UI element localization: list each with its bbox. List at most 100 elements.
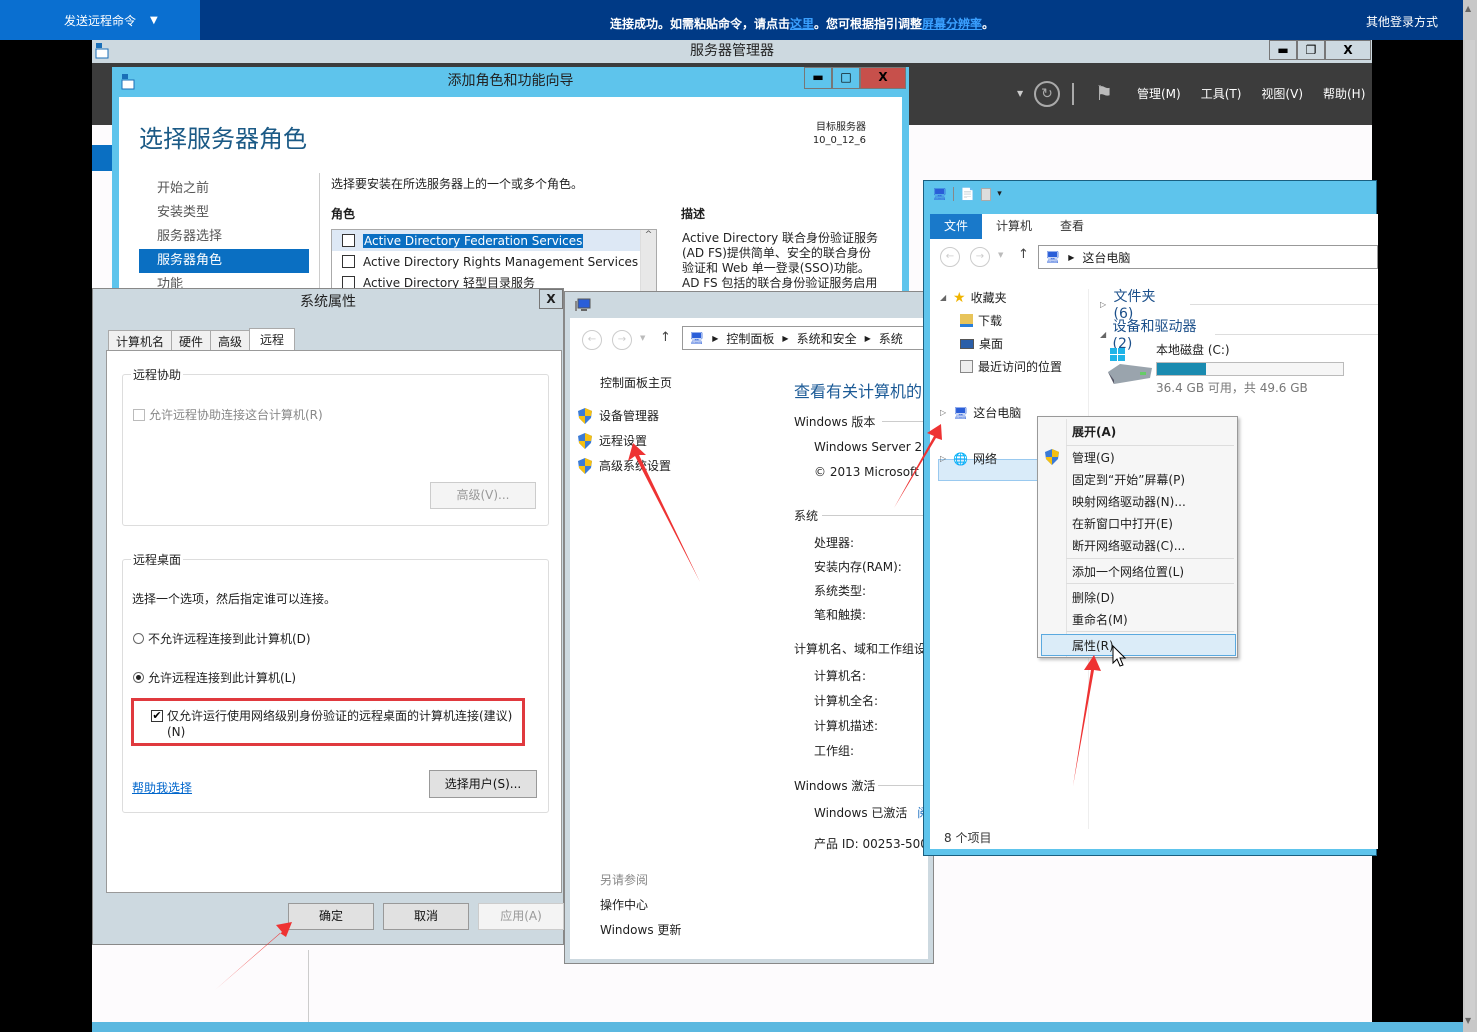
nla-option[interactable]: ✔ 仅允许运行使用网络级别身份验证的远程桌面的计算机连接(建议) (N): [151, 708, 512, 740]
minimize-button[interactable]: ▬: [1269, 40, 1297, 60]
tree-this-pc[interactable]: ▷ 🖥 这台电脑: [940, 404, 1021, 421]
breadcrumb-item[interactable]: 系统和安全: [797, 330, 857, 347]
action-center-link[interactable]: 操作中心: [600, 896, 648, 913]
close-button[interactable]: X: [539, 289, 563, 309]
menu-item-add-network-location[interactable]: 添加一个网络位置(L): [1072, 563, 1184, 580]
windows-update-link[interactable]: Windows 更新: [600, 921, 681, 938]
collapsed-icon[interactable]: ▷: [1100, 300, 1108, 309]
collapsed-icon[interactable]: ▷: [940, 408, 948, 417]
menu-tools[interactable]: 工具(T): [1201, 85, 1242, 102]
remote-assistance-checkbox[interactable]: [133, 408, 145, 421]
page-scrollbar[interactable]: ▲ ▼: [1463, 0, 1477, 1032]
scroll-up-icon[interactable]: ▲: [1465, 4, 1471, 13]
refresh-icon[interactable]: ↻: [1034, 81, 1060, 107]
tab-computer[interactable]: 计算机: [982, 214, 1046, 239]
breadcrumb-item[interactable]: 系统: [879, 330, 903, 347]
up-arrow-icon[interactable]: ↑: [660, 330, 671, 345]
minimize-button[interactable]: ▬: [804, 67, 832, 89]
menu-item-pin-to-start[interactable]: 固定到“开始”屏幕(P): [1072, 471, 1185, 488]
remote-assistance-option[interactable]: 允许远程协助连接这台计算机(R): [133, 406, 323, 423]
uac-shield-icon: [578, 407, 592, 424]
allow-remote-radio[interactable]: [133, 672, 144, 683]
help-me-choose-link[interactable]: 帮助我选择: [132, 779, 192, 796]
paste-here-link[interactable]: 这里: [790, 17, 814, 31]
history-dropdown-icon[interactable]: ▼: [998, 251, 1003, 259]
menu-help[interactable]: 帮助(H): [1323, 85, 1365, 102]
roles-list-scrollbar[interactable]: ^: [640, 230, 656, 296]
window-title: 服务器管理器: [690, 43, 774, 59]
scrollbar-thumb[interactable]: [1465, 40, 1475, 1020]
tab-view[interactable]: 查看: [1046, 214, 1098, 239]
role-item[interactable]: Active Directory Rights Management Servi…: [332, 251, 656, 272]
cancel-button[interactable]: 取消: [383, 903, 469, 930]
device-manager-link[interactable]: 设备管理器: [578, 407, 659, 424]
remote-settings-link[interactable]: 远程设置: [578, 432, 647, 449]
advanced-button[interactable]: 高级(V)...: [430, 482, 536, 509]
breadcrumb-item[interactable]: 这台电脑: [1082, 249, 1130, 266]
collapsed-icon[interactable]: ▷: [940, 454, 948, 463]
select-users-button[interactable]: 选择用户(S)...: [429, 770, 537, 798]
close-button[interactable]: X: [1325, 40, 1371, 60]
back-button[interactable]: ←: [940, 247, 960, 267]
ok-button[interactable]: 确定: [288, 903, 374, 930]
history-dropdown-icon[interactable]: ▼: [640, 334, 645, 342]
sidebar-selected-item[interactable]: [92, 145, 114, 171]
control-panel-home-link[interactable]: 控制面板主页: [600, 374, 672, 391]
breadcrumb-item[interactable]: 控制面板: [726, 330, 774, 347]
tree-label: 这台电脑: [973, 406, 1022, 420]
notifications-flag-icon[interactable]: ⚑: [1095, 81, 1113, 105]
role-item[interactable]: Active Directory Federation Services: [332, 230, 656, 251]
tab-file[interactable]: 文件: [930, 214, 983, 239]
expanded-icon[interactable]: ◢: [940, 293, 948, 302]
menu-item-disconnect-drive[interactable]: 断开网络驱动器(C)...: [1072, 537, 1185, 554]
tree-favorites[interactable]: ◢ ★ 收藏夹: [940, 289, 1007, 306]
menu-item-open-new-window[interactable]: 在新窗口中打开(E): [1072, 515, 1173, 532]
roles-list[interactable]: Active Directory Federation Services Act…: [331, 229, 657, 297]
advanced-system-settings-link[interactable]: 高级系统设置: [578, 457, 671, 474]
address-bar[interactable]: 🖥 ▶ 控制面板 ▶ 系统和安全 ▶ 系统: [682, 326, 942, 350]
deny-remote-option[interactable]: 不允许远程连接到此计算机(D): [133, 630, 311, 647]
menu-item-map-network-drive[interactable]: 映射网络驱动器(N)...: [1072, 493, 1186, 510]
tree-recent-places[interactable]: 最近访问的位置: [960, 358, 1062, 375]
customize-toolbar-icon[interactable]: ▾: [997, 189, 1002, 199]
tree-downloads[interactable]: 下载: [960, 312, 1002, 329]
scroll-up-icon[interactable]: ^: [645, 230, 653, 240]
forward-button[interactable]: →: [970, 247, 990, 267]
expanded-icon[interactable]: ◢: [1100, 330, 1107, 339]
other-login-button[interactable]: 其他登录方式: [1366, 13, 1438, 30]
apply-button[interactable]: 应用(A): [478, 903, 564, 930]
close-button[interactable]: X: [860, 67, 906, 89]
role-checkbox[interactable]: [342, 255, 355, 268]
nav-server-selection[interactable]: 服务器选择: [139, 225, 309, 249]
nla-checkbox[interactable]: ✔: [151, 710, 163, 722]
back-button[interactable]: ←: [582, 330, 602, 350]
resolution-link[interactable]: 屏幕分辨率: [922, 17, 982, 31]
properties-icon[interactable]: 📄: [960, 187, 975, 201]
tree-desktop[interactable]: 桌面: [960, 335, 1003, 352]
menu-item-properties[interactable]: 属性(R): [1072, 637, 1114, 654]
up-arrow-icon[interactable]: ↑: [1018, 247, 1029, 262]
menu-item-rename[interactable]: 重命名(M): [1072, 611, 1128, 628]
tree-network[interactable]: ▷ 🌐 网络: [940, 450, 997, 467]
menu-view[interactable]: 视图(V): [1261, 85, 1303, 102]
address-bar[interactable]: 🖥 ▶ 这台电脑: [1038, 245, 1378, 269]
send-remote-command-button[interactable]: 发送远程命令 ▼: [0, 0, 200, 40]
window-controls: ▬ ❐ X: [1269, 40, 1371, 60]
forward-button[interactable]: →: [612, 330, 632, 350]
nav-before-you-begin[interactable]: 开始之前: [139, 177, 309, 201]
scroll-down-icon[interactable]: ▼: [1465, 1016, 1471, 1025]
allow-remote-option[interactable]: 允许远程连接到此计算机(L): [133, 669, 296, 686]
message-text: 。您可根据指引调整: [814, 17, 923, 31]
nav-server-roles[interactable]: 服务器角色: [139, 249, 309, 273]
menu-item-manage[interactable]: 管理(G): [1072, 449, 1115, 466]
maximize-button[interactable]: □: [832, 67, 860, 89]
restore-button[interactable]: ❐: [1297, 40, 1325, 60]
menu-item-expand[interactable]: 展开(A): [1072, 423, 1116, 440]
menu-manage[interactable]: 管理(M): [1137, 85, 1181, 102]
role-checkbox[interactable]: [342, 234, 355, 247]
deny-remote-radio[interactable]: [133, 633, 144, 644]
nav-installation-type[interactable]: 安装类型: [139, 201, 309, 225]
new-folder-icon[interactable]: [981, 187, 992, 201]
dropdown-caret-icon[interactable]: ▼: [1017, 89, 1023, 98]
menu-item-delete[interactable]: 删除(D): [1072, 589, 1115, 606]
